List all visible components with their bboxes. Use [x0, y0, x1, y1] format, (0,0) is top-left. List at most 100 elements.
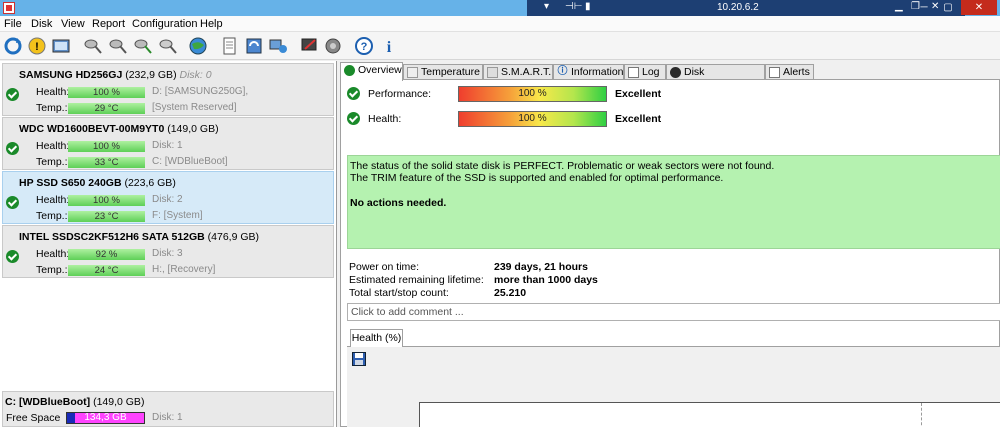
disk-test-icon[interactable] — [108, 36, 128, 56]
svg-text:i: i — [387, 39, 392, 56]
globe-icon[interactable] — [188, 36, 208, 56]
health-grade: Excellent — [615, 113, 662, 125]
check-ok-icon — [344, 65, 355, 76]
smart-icon — [487, 67, 498, 78]
settings-monitor-icon[interactable] — [300, 36, 320, 56]
menu-bar: File Disk View Report Configuration Help — [0, 16, 1000, 32]
toolbar: ! ? i — [0, 32, 1000, 60]
tab-label: Temperature — [421, 66, 480, 78]
warning-icon[interactable]: ! — [27, 36, 47, 56]
health-label: Health: — [36, 248, 70, 260]
info-icon: ⓘ — [557, 66, 568, 77]
disk-tool-icon[interactable] — [158, 36, 178, 56]
minimize-icon[interactable]: ─ — [913, 0, 935, 15]
volume-disk-info: Disk: 1 — [152, 412, 183, 423]
performance-bar: 100 % — [458, 86, 607, 102]
health-label: Health: — [36, 140, 70, 152]
comment-input[interactable]: Click to add comment ... — [347, 303, 1000, 321]
alerts-icon — [769, 67, 780, 78]
tab-alerts[interactable]: Alerts — [765, 64, 814, 80]
check-ok-icon — [347, 112, 360, 125]
disk-number-info: Disk: 1 — [152, 140, 183, 151]
svg-text:!: ! — [35, 41, 39, 53]
volume-item[interactable]: C: [WDBlueBoot] (149,0 GB) Free Space 13… — [2, 391, 334, 427]
health-bar: 100 % — [458, 111, 607, 127]
menu-disk[interactable]: Disk — [31, 18, 52, 30]
health-bar: 100 % — [68, 141, 145, 152]
health-bar: 100 % — [68, 87, 145, 98]
sync-icon[interactable] — [244, 36, 264, 56]
disk-verify-icon[interactable] — [133, 36, 153, 56]
help-icon[interactable]: ? — [354, 36, 374, 56]
disk-number-info: Disk: 3 — [152, 248, 183, 259]
speaker-icon[interactable] — [323, 36, 343, 56]
close-icon[interactable]: ✕ — [961, 0, 997, 15]
gauge-icon — [670, 67, 681, 78]
tab-label: Overview — [358, 64, 402, 76]
power-on-value: 239 days, 21 hours — [494, 261, 588, 273]
details-panel: Overview Temperature S.M.A.R.T. ⓘ Inform… — [338, 61, 1000, 427]
save-icon[interactable] — [352, 352, 366, 366]
disk-item[interactable]: INTEL SSDSC2KF512H6 SATA 512GB (476,9 GB… — [2, 225, 334, 278]
document-icon[interactable] — [219, 36, 239, 56]
disk-partition-info: [System Reserved] — [152, 102, 237, 113]
tab-label: Information — [571, 66, 624, 78]
network-icon[interactable] — [268, 36, 288, 56]
performance-grade: Excellent — [615, 88, 662, 100]
disk-item[interactable]: WDC WD1600BEVT-00M9YT0 (149,0 GB) Health… — [2, 117, 334, 170]
overview-tab-content: Performance: 100 % Excellent Health: 100… — [340, 79, 1000, 427]
report-icon[interactable] — [51, 36, 71, 56]
menu-configuration[interactable]: Configuration — [132, 18, 197, 30]
disk-title: INTEL SSDSC2KF512H6 SATA 512GB (476,9 GB… — [19, 231, 260, 243]
tab-label: Alerts — [783, 66, 810, 78]
tab-temperature[interactable]: Temperature — [403, 64, 483, 80]
temp-bar: 33 °C — [68, 157, 145, 168]
check-ok-icon — [6, 88, 19, 101]
info-icon[interactable]: i — [379, 36, 399, 56]
temp-label: Temp.: — [36, 102, 68, 114]
menu-file[interactable]: File — [4, 18, 22, 30]
disk-title: SAMSUNG HD256GJ (232,9 GB) Disk: 0 — [19, 69, 212, 81]
pin-down-icon[interactable]: ▾ — [544, 1, 549, 12]
health-label: Health: — [36, 194, 70, 206]
maximize-icon[interactable]: ▢ — [937, 0, 959, 15]
tab-health-percent[interactable]: Health (%) — [350, 329, 403, 347]
disk-volume-info: D: [SAMSUNG250G], — [152, 86, 249, 97]
check-ok-icon — [347, 87, 360, 100]
trim-line: The TRIM feature of the SSD is supported… — [350, 172, 724, 184]
actions-line: No actions needed. — [350, 197, 447, 209]
health-chart — [419, 402, 1000, 427]
tab-smart[interactable]: S.M.A.R.T. — [483, 64, 553, 80]
temp-bar: 23 °C — [68, 211, 145, 222]
refresh-icon[interactable] — [3, 36, 23, 56]
tab-label: Log — [642, 66, 660, 78]
chart-gridline — [921, 403, 922, 427]
temp-label: Temp.: — [36, 210, 68, 222]
temp-label: Temp.: — [36, 264, 68, 276]
disk-number-info: Disk: 2 — [152, 194, 183, 205]
disk-item-selected[interactable]: HP SSD S650 240GB (223,6 GB) Health: 100… — [2, 171, 334, 224]
menu-help[interactable]: Help — [200, 18, 223, 30]
power-on-label: Power on time: — [349, 261, 420, 273]
menu-view[interactable]: View — [61, 18, 85, 30]
tab-overview[interactable]: Overview — [340, 62, 403, 81]
check-ok-icon — [6, 142, 19, 155]
tab-information[interactable]: ⓘ Information — [553, 64, 624, 80]
temp-bar: 24 °C — [68, 265, 145, 276]
disk-title: WDC WD1600BEVT-00M9YT0 (149,0 GB) — [19, 123, 219, 135]
menu-report[interactable]: Report — [92, 18, 125, 30]
remote-minimize-icon[interactable]: ▁ — [895, 1, 903, 12]
temp-label: Temp.: — [36, 156, 68, 168]
disk-item[interactable]: SAMSUNG HD256GJ (232,9 GB) Disk: 0 Healt… — [2, 63, 334, 116]
disk-check-icon[interactable] — [83, 36, 103, 56]
volume-title: C: [WDBlueBoot] (149,0 GB) — [5, 396, 145, 408]
log-icon — [628, 67, 639, 78]
startstop-label: Total start/stop count: — [349, 287, 449, 299]
health-bar: 92 % — [68, 249, 145, 260]
tab-log[interactable]: Log — [624, 64, 666, 80]
title-bar: ▾ ⊣⊢ ▮ 10.20.6.2 ▁ ❐ ✕ ─ ▢ ✕ — [0, 0, 1000, 16]
check-ok-icon — [6, 196, 19, 209]
check-ok-icon — [6, 250, 19, 263]
connection-pin-icon[interactable]: ⊣⊢ — [565, 1, 582, 12]
tab-disk-performance[interactable]: Disk Performance — [666, 64, 765, 93]
